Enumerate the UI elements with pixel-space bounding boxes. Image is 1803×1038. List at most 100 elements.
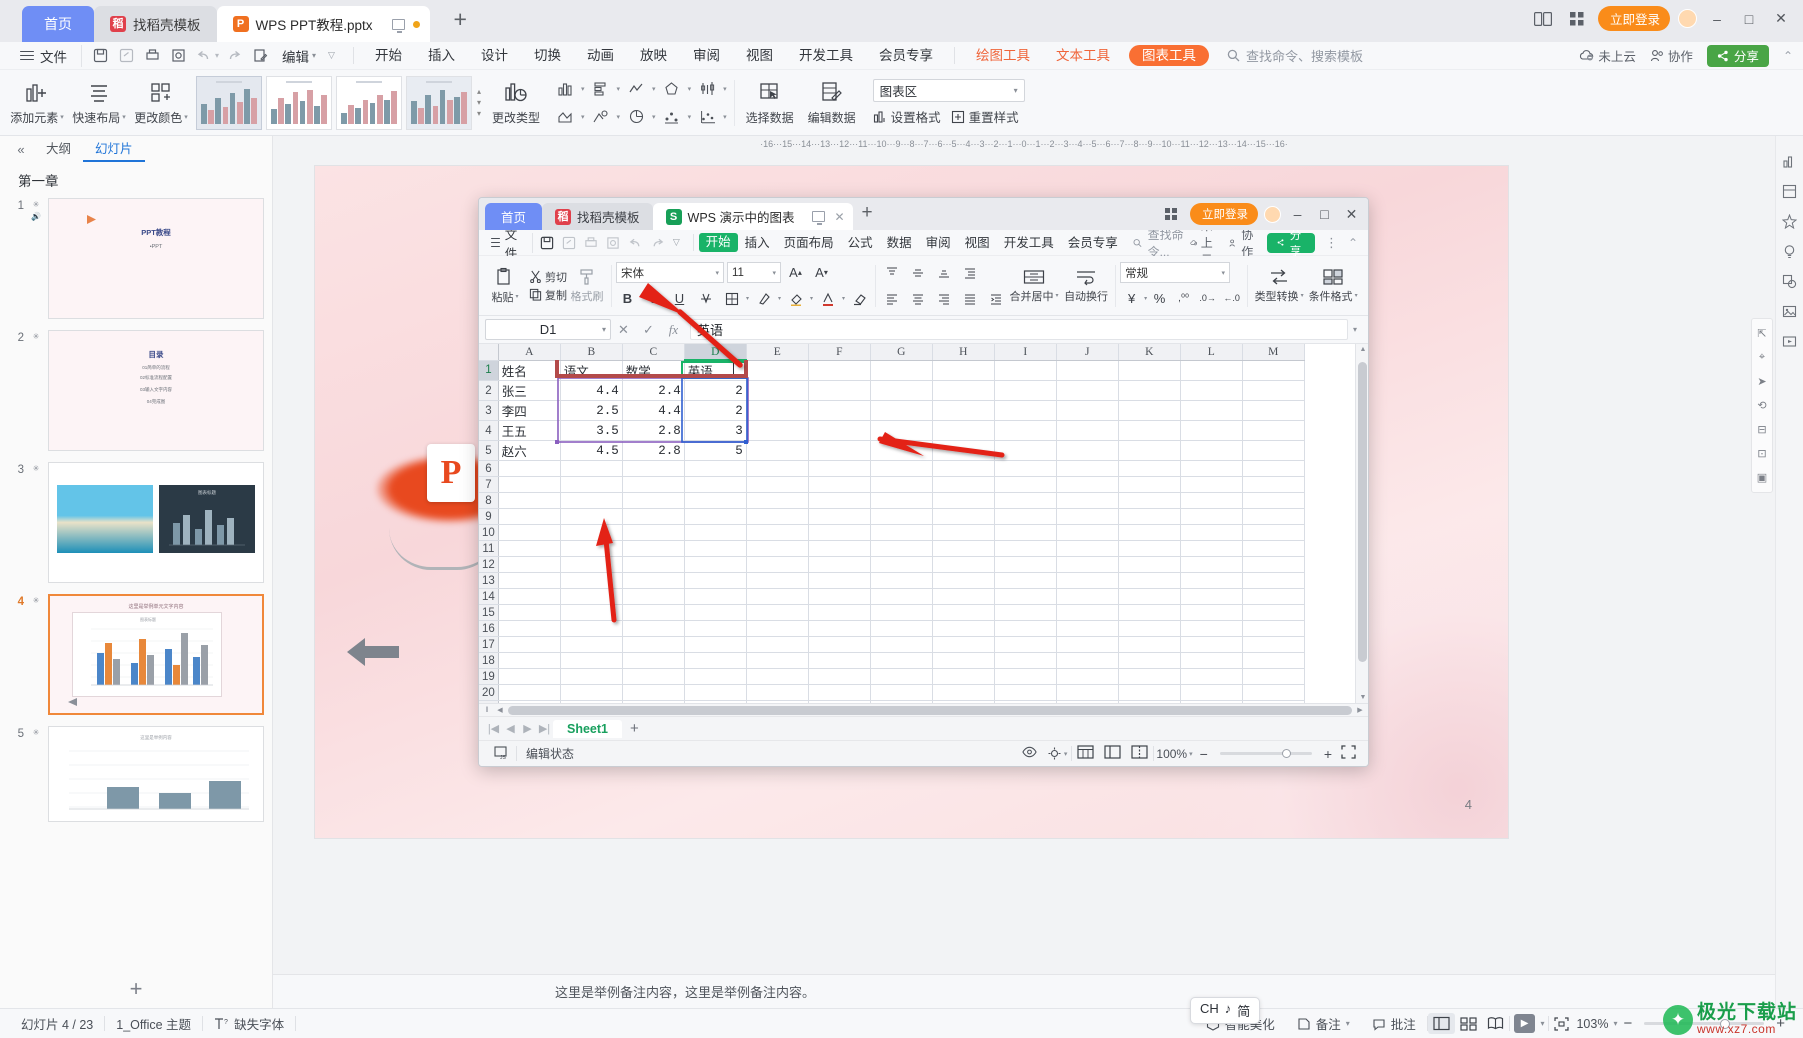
zoom-level[interactable]: 103% ▾ (1574, 1017, 1619, 1031)
list-item[interactable]: 1 ✳ 🔊 PPT教程 •PPT (6, 198, 272, 319)
cell-empty[interactable] (1242, 684, 1305, 701)
row-header-18[interactable]: 18 (479, 652, 499, 669)
expand-formula-icon[interactable]: ▾ (1348, 325, 1362, 334)
fx-icon[interactable]: fx (661, 317, 686, 343)
cell-empty[interactable] (1056, 524, 1119, 541)
cell-empty[interactable] (1180, 380, 1243, 401)
cell-B3[interactable]: 2.5 (560, 400, 623, 421)
cell-empty[interactable] (498, 588, 561, 605)
cloud-status[interactable]: 未上云 (1579, 46, 1636, 65)
cell-empty[interactable] (994, 476, 1057, 493)
undo-caret-icon[interactable]: ▾ (215, 51, 219, 60)
align-right-icon[interactable] (932, 288, 955, 310)
formula-input[interactable]: 英语 (690, 319, 1348, 340)
cell-empty[interactable] (808, 460, 871, 477)
notes-button[interactable]: 备注 ▾ (1286, 1014, 1361, 1033)
normal-view-icon[interactable] (1072, 745, 1099, 762)
row-header-5[interactable]: 5 (479, 440, 499, 461)
cell-empty[interactable] (1180, 668, 1243, 685)
menu-item-start[interactable]: 开始 (362, 42, 415, 70)
login-button[interactable]: 立即登录 (1597, 6, 1670, 31)
cell-empty[interactable] (746, 700, 809, 703)
cell-D4[interactable]: 3 (684, 420, 747, 441)
et-tab-home[interactable]: 首页 (485, 203, 543, 230)
cell-C5[interactable]: 2.8 (622, 440, 685, 461)
cell-empty[interactable] (1056, 620, 1119, 637)
change-chart-type-button[interactable]: 更改类型 (485, 73, 547, 133)
cell-C1[interactable]: 数学 (622, 360, 685, 381)
cell-empty[interactable] (870, 400, 933, 421)
cell-empty[interactable] (870, 476, 933, 493)
cell-empty[interactable] (1180, 540, 1243, 557)
cell-empty[interactable] (1118, 572, 1181, 589)
list-item[interactable]: 5 ✳ 这里是举例内容 (6, 726, 272, 822)
column-header-B[interactable]: B (560, 344, 623, 361)
tab-document[interactable]: P WPS PPT教程.pptx (216, 6, 430, 42)
next-sheet-icon[interactable]: ▶ (519, 722, 536, 735)
cell-empty[interactable] (1118, 460, 1181, 477)
cell-empty[interactable] (746, 620, 809, 637)
bold-button[interactable]: B (616, 288, 639, 310)
qat-more-icon[interactable]: ▽ (324, 50, 339, 61)
add-slide-button[interactable]: + (0, 972, 272, 1008)
cell-empty[interactable] (870, 684, 933, 701)
cell-empty[interactable] (560, 540, 623, 557)
dual-screen-icon[interactable] (1530, 7, 1556, 31)
chart-area-select[interactable]: 图表区 ▾ (872, 79, 1025, 102)
cell-empty[interactable] (808, 476, 871, 493)
column-header-H[interactable]: H (932, 344, 995, 361)
cell-empty[interactable] (808, 604, 871, 621)
et-menu-item-data[interactable]: 数据 (880, 230, 919, 256)
cell-empty[interactable] (498, 540, 561, 557)
percent-icon[interactable]: % (1148, 287, 1171, 309)
radar-chart-icon[interactable] (657, 76, 687, 102)
cell-empty[interactable] (684, 492, 747, 509)
cell-empty[interactable] (622, 636, 685, 653)
combo-chart-icon[interactable] (692, 104, 722, 130)
cell-empty[interactable] (870, 700, 933, 703)
clear-format-icon[interactable] (848, 288, 871, 310)
page-layout-icon[interactable] (1099, 745, 1126, 762)
save-as-icon[interactable] (559, 233, 580, 253)
group-icon[interactable]: ⊟ (1757, 423, 1766, 436)
cell-empty[interactable] (1118, 588, 1181, 605)
add-sheet-icon[interactable]: + (622, 720, 647, 737)
cell-empty[interactable] (1056, 540, 1119, 557)
cell-empty[interactable] (1056, 652, 1119, 669)
slide-thumbnail-active[interactable]: 这里是举例单元文字内容 图表标题 (48, 594, 264, 715)
cell-empty[interactable] (870, 440, 933, 461)
et-menu-item-page-layout[interactable]: 页面布局 (777, 230, 841, 256)
row-header-17[interactable]: 17 (479, 636, 499, 653)
select-all-corner[interactable] (479, 344, 499, 361)
cell-empty[interactable] (684, 588, 747, 605)
close-icon[interactable]: ✕ (834, 210, 844, 224)
cell-empty[interactable] (746, 668, 809, 685)
conditional-format-button[interactable]: 条件格式 ▾ (1306, 259, 1360, 313)
command-search[interactable]: 查找命令、搜索模板 (1227, 46, 1363, 65)
cell-empty[interactable] (808, 684, 871, 701)
column-header-K[interactable]: K (1118, 344, 1181, 361)
cell-empty[interactable] (746, 492, 809, 509)
cell-empty[interactable] (498, 668, 561, 685)
cell-empty[interactable] (1118, 604, 1181, 621)
cell-empty[interactable] (684, 524, 747, 541)
cell-empty[interactable] (560, 636, 623, 653)
comment-button[interactable]: 批注 (1361, 1014, 1427, 1033)
cell-empty[interactable] (994, 588, 1057, 605)
paste-button[interactable]: 粘贴 ▾ (483, 259, 527, 313)
cell-empty[interactable] (746, 636, 809, 653)
cell-empty[interactable] (870, 636, 933, 653)
cell-empty[interactable] (932, 476, 995, 493)
save-icon[interactable] (88, 45, 112, 67)
frame-icon[interactable]: ▣ (1757, 471, 1767, 484)
cell-empty[interactable] (622, 572, 685, 589)
type-convert-button[interactable]: 类型转换 ▾ (1252, 259, 1306, 313)
cell-empty[interactable] (498, 572, 561, 589)
undo-icon[interactable] (625, 233, 646, 253)
list-item[interactable]: 2 ✳ 目录 01简单的流程 02标准流程配置 03输入文字内容 04完成图 (6, 330, 272, 451)
table-row[interactable]: 18 (479, 652, 1305, 669)
row-header-14[interactable]: 14 (479, 588, 499, 605)
cell-empty[interactable] (932, 652, 995, 669)
align-center-icon[interactable] (906, 288, 929, 310)
et-avatar[interactable] (1264, 205, 1281, 223)
